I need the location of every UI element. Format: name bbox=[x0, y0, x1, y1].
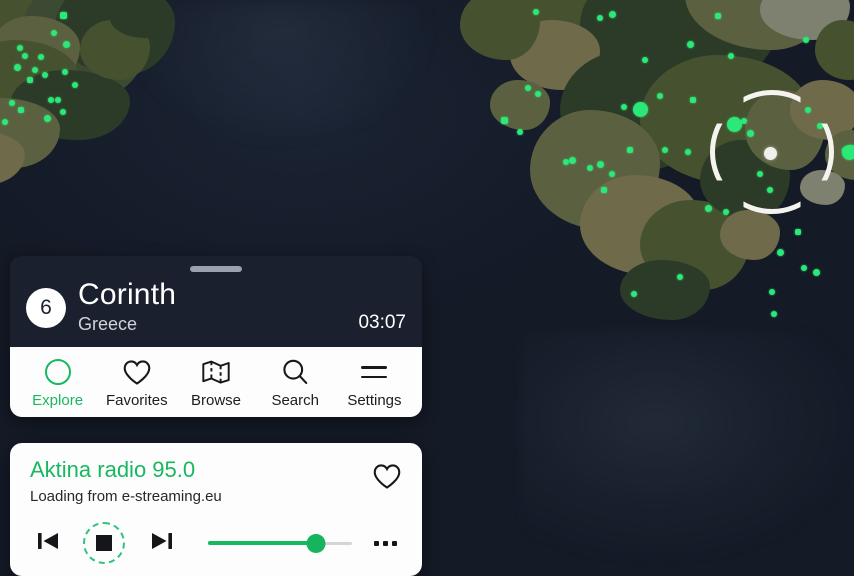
station-marker[interactable] bbox=[609, 171, 615, 177]
station-marker[interactable] bbox=[517, 129, 523, 135]
station-marker[interactable] bbox=[22, 53, 28, 59]
station-marker[interactable] bbox=[812, 268, 820, 276]
station-marker[interactable] bbox=[597, 15, 603, 21]
station-marker[interactable] bbox=[642, 57, 648, 63]
station-marker[interactable] bbox=[533, 9, 539, 15]
now-playing-station: Aktina radio 95.0 bbox=[30, 457, 196, 482]
tab-search-label: Search bbox=[271, 392, 319, 409]
station-marker[interactable] bbox=[803, 37, 809, 43]
favorite-toggle-button[interactable] bbox=[364, 457, 404, 495]
landmass-italy bbox=[0, 0, 280, 185]
tab-favorites-label: Favorites bbox=[105, 392, 168, 409]
station-marker[interactable] bbox=[632, 101, 648, 117]
station-marker[interactable] bbox=[42, 72, 48, 78]
station-marker[interactable] bbox=[17, 45, 23, 51]
tab-browse-label: Browse bbox=[190, 392, 242, 409]
station-marker[interactable] bbox=[776, 248, 784, 256]
station-marker[interactable] bbox=[801, 265, 807, 271]
tab-explore-label: Explore bbox=[32, 392, 84, 409]
map-folded-icon bbox=[201, 357, 231, 387]
station-marker[interactable] bbox=[690, 97, 696, 103]
station-marker[interactable] bbox=[43, 114, 51, 122]
search-icon bbox=[281, 357, 309, 387]
station-marker[interactable] bbox=[596, 160, 604, 168]
station-marker[interactable] bbox=[38, 54, 44, 60]
heart-outline-icon bbox=[372, 464, 402, 494]
country-name: Greece bbox=[78, 314, 138, 334]
tab-browse[interactable]: Browse bbox=[176, 357, 255, 409]
station-marker[interactable] bbox=[72, 82, 78, 88]
tab-explore[interactable]: Explore bbox=[18, 357, 97, 409]
station-marker[interactable] bbox=[32, 67, 38, 73]
station-marker[interactable] bbox=[59, 11, 67, 19]
station-marker[interactable] bbox=[631, 291, 637, 297]
station-marker[interactable] bbox=[62, 69, 68, 75]
station-marker[interactable] bbox=[686, 40, 694, 48]
station-marker[interactable] bbox=[728, 53, 734, 59]
bottom-tab-bar: Explore Favorites Browse Search Settings bbox=[10, 347, 422, 417]
station-marker[interactable] bbox=[500, 116, 508, 124]
city-name: Corinth bbox=[78, 278, 177, 311]
info-card-header: 6 Corinth Greece 03:07 bbox=[10, 256, 422, 347]
station-marker[interactable] bbox=[525, 85, 531, 91]
card-drag-handle[interactable] bbox=[190, 266, 242, 272]
selected-station-highlight-ring bbox=[710, 90, 834, 214]
station-info-card[interactable]: 6 Corinth Greece 03:07 Explore Favorites… bbox=[10, 256, 422, 417]
station-marker[interactable] bbox=[13, 63, 21, 71]
app-root: 6 Corinth Greece 03:07 Explore Favorites… bbox=[0, 0, 854, 576]
station-marker[interactable] bbox=[27, 77, 33, 83]
station-marker[interactable] bbox=[535, 91, 541, 97]
station-marker[interactable] bbox=[60, 109, 66, 115]
circle-outline-icon bbox=[44, 357, 71, 387]
skip-previous-icon bbox=[36, 530, 60, 557]
station-marker[interactable] bbox=[608, 10, 616, 18]
local-time: 03:07 bbox=[358, 312, 406, 333]
station-marker[interactable] bbox=[771, 311, 777, 317]
tab-settings[interactable]: Settings bbox=[335, 357, 414, 409]
map-cloud-haze bbox=[520, 330, 854, 560]
station-marker[interactable] bbox=[51, 30, 57, 36]
tab-settings-label: Settings bbox=[347, 392, 402, 409]
station-marker[interactable] bbox=[685, 149, 691, 155]
heart-icon bbox=[122, 357, 152, 387]
next-station-button[interactable] bbox=[144, 526, 180, 560]
station-marker[interactable] bbox=[662, 147, 668, 153]
station-marker[interactable] bbox=[2, 119, 8, 125]
station-marker[interactable] bbox=[795, 229, 801, 235]
station-marker[interactable] bbox=[769, 289, 775, 295]
tab-favorites[interactable]: Favorites bbox=[97, 357, 176, 409]
station-marker[interactable] bbox=[601, 187, 607, 193]
station-marker[interactable] bbox=[62, 40, 70, 48]
more-horizontal-icon bbox=[373, 540, 397, 546]
player-status-text: Loading from e-streaming.eu bbox=[30, 488, 222, 505]
volume-slider-fill bbox=[208, 541, 316, 545]
volume-slider[interactable] bbox=[208, 531, 352, 555]
hamburger-menu-icon bbox=[361, 357, 388, 387]
station-marker[interactable] bbox=[715, 13, 721, 19]
volume-slider-thumb[interactable] bbox=[306, 533, 326, 553]
station-marker[interactable] bbox=[621, 104, 627, 110]
more-options-button[interactable] bbox=[368, 528, 402, 558]
station-marker[interactable] bbox=[18, 107, 24, 113]
station-marker[interactable] bbox=[9, 100, 15, 106]
station-marker[interactable] bbox=[677, 274, 683, 280]
skip-next-icon bbox=[150, 530, 174, 557]
tab-search[interactable]: Search bbox=[256, 357, 335, 409]
previous-station-button[interactable] bbox=[30, 526, 66, 560]
station-marker[interactable] bbox=[657, 93, 663, 99]
station-marker[interactable] bbox=[55, 97, 61, 103]
play-stop-button[interactable] bbox=[80, 519, 128, 567]
station-marker[interactable] bbox=[568, 156, 576, 164]
rank-badge: 6 bbox=[26, 288, 66, 328]
audio-player-card[interactable]: Aktina radio 95.0 Loading from e-streami… bbox=[10, 443, 422, 576]
station-marker[interactable] bbox=[841, 144, 854, 160]
dashed-ring-spinner-icon bbox=[83, 522, 125, 564]
station-marker[interactable] bbox=[627, 147, 633, 153]
station-marker[interactable] bbox=[587, 165, 593, 171]
station-marker[interactable] bbox=[48, 97, 54, 103]
